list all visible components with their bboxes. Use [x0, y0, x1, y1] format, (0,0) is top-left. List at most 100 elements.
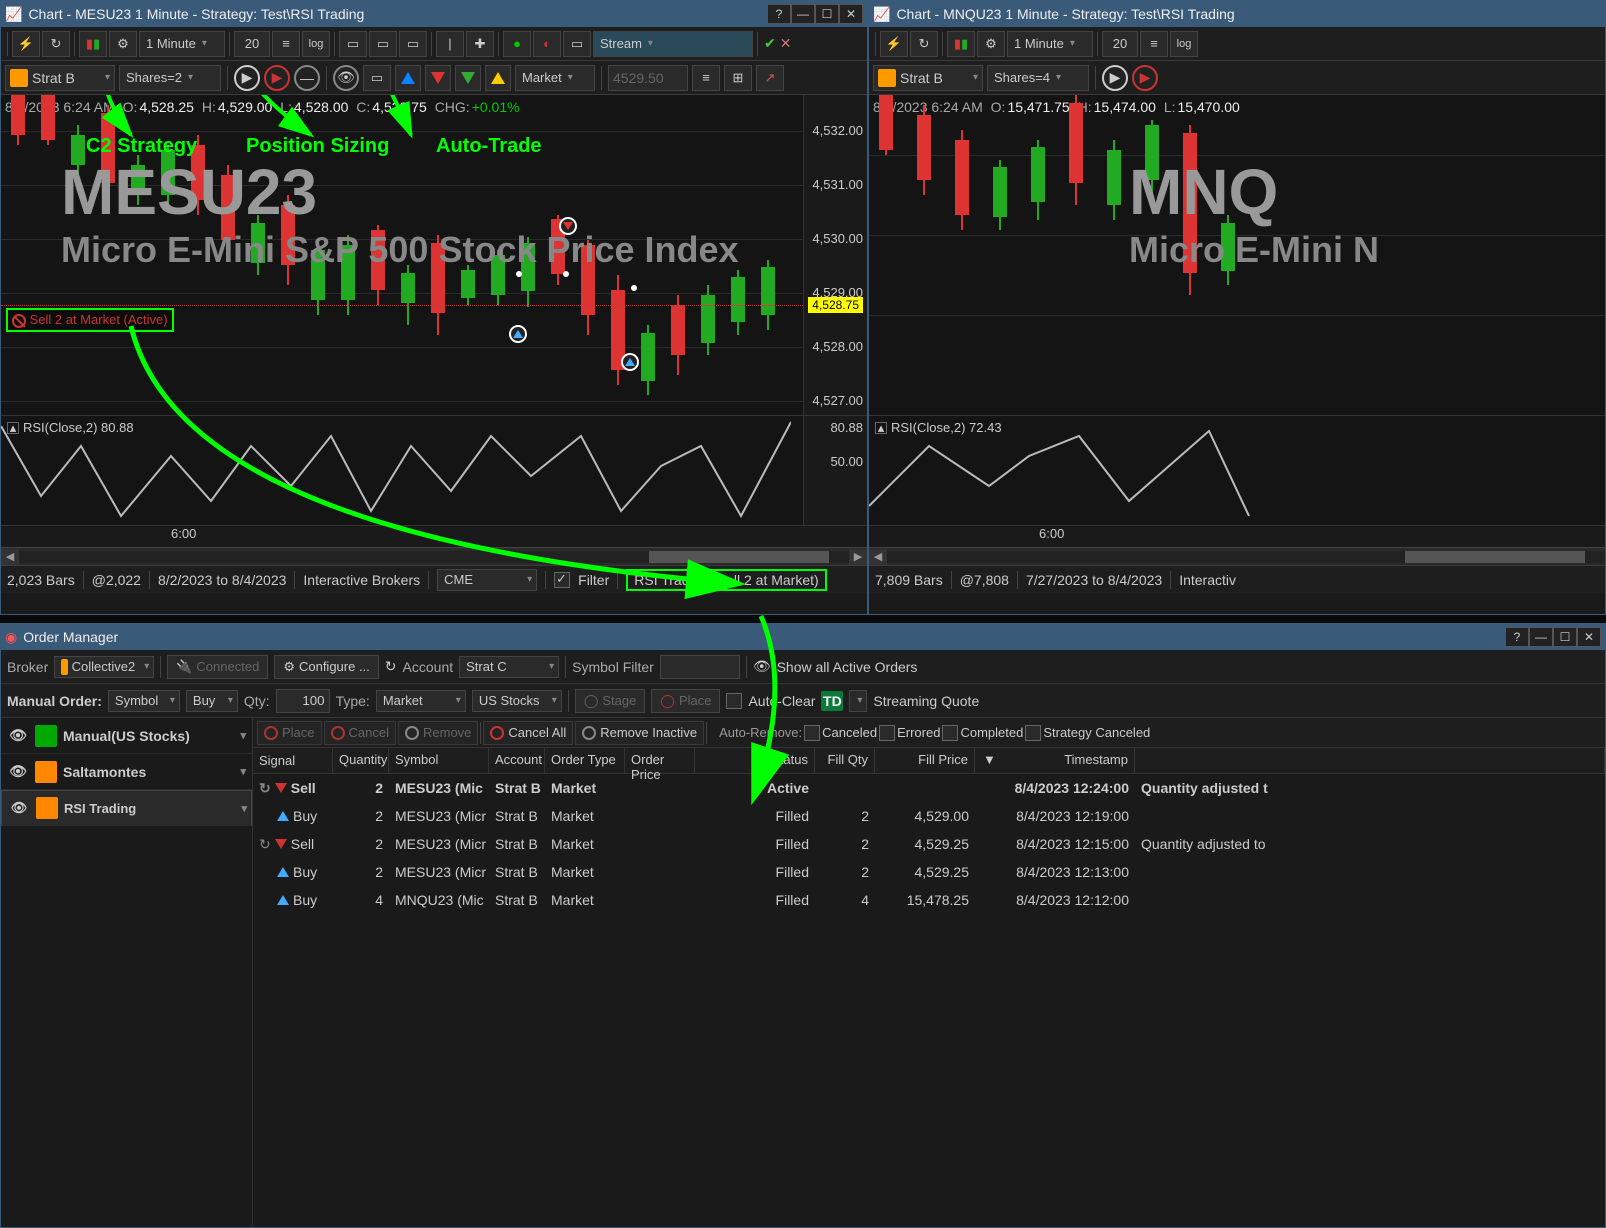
filter-checkbox[interactable]: [554, 572, 570, 588]
log-toggle[interactable]: log: [302, 31, 330, 57]
dot-red-icon[interactable]: ◐: [533, 31, 561, 57]
place-button[interactable]: Place: [257, 721, 322, 745]
bar-count-input[interactable]: [1102, 31, 1138, 57]
stage-button[interactable]: ◯ Stage: [575, 689, 646, 713]
lightning-button[interactable]: ⚡: [880, 31, 908, 57]
account-dropdown[interactable]: Strat C: [459, 656, 559, 678]
strategy-canceled-checkbox[interactable]: [1025, 725, 1041, 741]
exchange-dropdown[interactable]: CME: [437, 569, 537, 591]
refresh-button[interactable]: ↻: [42, 31, 70, 57]
help-button[interactable]: ?: [767, 4, 791, 24]
shares-dropdown[interactable]: Shares=4: [987, 65, 1089, 91]
eye-icon[interactable]: 👁: [8, 800, 30, 816]
chart-up-icon[interactable]: ↗: [756, 65, 784, 91]
help-button[interactable]: ?: [1505, 627, 1529, 647]
rsi-pane[interactable]: ▴RSI(Close,2) 72.43: [869, 415, 1605, 525]
pane-button[interactable]: ▭: [363, 65, 391, 91]
chart-canvas[interactable]: 8/4/2023 6:24 AM O:15,471.75 H:15,474.00…: [869, 95, 1605, 415]
sell-green-button[interactable]: [455, 65, 481, 91]
buy-signal-button[interactable]: [395, 65, 421, 91]
canceled-checkbox[interactable]: [804, 725, 820, 741]
hscrollbar[interactable]: ◀ ▶: [1, 547, 867, 565]
dot-green-icon[interactable]: ●: [503, 31, 531, 57]
side-dropdown[interactable]: Buy: [186, 690, 238, 712]
cursor-button[interactable]: |: [436, 31, 464, 57]
symbol-dropdown[interactable]: Symbol: [108, 690, 180, 712]
cancel-all-button[interactable]: Cancel All: [483, 721, 573, 745]
cancel-button[interactable]: Cancel: [324, 721, 396, 745]
interval-dropdown[interactable]: 1 Minute: [1007, 31, 1093, 57]
scroll-left-icon[interactable]: ◀: [869, 549, 887, 565]
class-dropdown[interactable]: US Stocks: [472, 690, 562, 712]
errored-checkbox[interactable]: [879, 725, 895, 741]
layout1-button[interactable]: ▭: [339, 31, 367, 57]
place-button-manual[interactable]: ◯ Place: [651, 689, 720, 713]
sidebar-item[interactable]: 👁 Manual(US Stocks): [1, 718, 252, 754]
broker-icon-dropdown[interactable]: [849, 690, 867, 712]
table-row[interactable]: Buy 2 MESU23 (Micr Strat B Market Filled…: [253, 802, 1605, 830]
auto-clear-checkbox[interactable]: [726, 693, 742, 709]
table-row[interactable]: ↻ Sell 2 MESU23 (Mic Strat B Market Acti…: [253, 774, 1605, 802]
close-button[interactable]: ✕: [839, 4, 863, 24]
stream-dropdown[interactable]: Stream: [593, 31, 753, 57]
table-row[interactable]: ↻ Sell 2 MESU23 (Micr Strat B Market Fil…: [253, 830, 1605, 858]
refresh-button[interactable]: ↻: [910, 31, 938, 57]
layout2-button[interactable]: ▭: [369, 31, 397, 57]
shares-dropdown[interactable]: Shares=2: [119, 65, 221, 91]
hscrollbar[interactable]: ◀: [869, 547, 1605, 565]
bars-icon[interactable]: ⊞: [724, 65, 752, 91]
broker-dropdown[interactable]: Collective2: [54, 656, 154, 678]
spinner-icon[interactable]: ≡: [272, 31, 300, 57]
minimize-button[interactable]: —: [791, 4, 815, 24]
table-row[interactable]: Buy 4 MNQU23 (Mic Strat B Market Filled …: [253, 886, 1605, 914]
lightning-button[interactable]: ⚡: [12, 31, 40, 57]
candles-button[interactable]: ▮▮: [79, 31, 107, 57]
layout3-button[interactable]: ▭: [399, 31, 427, 57]
scroll-left-icon[interactable]: ◀: [1, 549, 19, 565]
reject-icon[interactable]: ✕: [780, 35, 792, 52]
play-button[interactable]: ▶: [234, 65, 260, 91]
spinner-icon[interactable]: ≡: [1140, 31, 1168, 57]
table-row[interactable]: Buy 2 MESU23 (Micr Strat B Market Filled…: [253, 858, 1605, 886]
show-all-label[interactable]: Show all Active Orders: [777, 659, 918, 675]
symbol-filter-input[interactable]: [660, 655, 740, 679]
qty-input[interactable]: [276, 689, 330, 713]
strategy-dropdown[interactable]: Strat B: [5, 65, 115, 91]
record-button[interactable]: ▶: [264, 65, 290, 91]
minimize-button[interactable]: —: [1529, 627, 1553, 647]
eye-button[interactable]: 👁: [333, 65, 359, 91]
rsi-pane[interactable]: ▴RSI(Close,2) 80.88 80.88 50.00: [1, 415, 867, 525]
sell-order-marker[interactable]: Sell 2 at Market (Active): [6, 308, 174, 332]
sidebar-item[interactable]: 👁 RSI Trading: [1, 790, 252, 826]
interval-dropdown[interactable]: 1 Minute: [139, 31, 225, 57]
close-button[interactable]: ✕: [1577, 627, 1601, 647]
play-button[interactable]: ▶: [1102, 65, 1128, 91]
maximize-button[interactable]: ☐: [1553, 627, 1577, 647]
completed-checkbox[interactable]: [942, 725, 958, 741]
gear-button[interactable]: ⚙: [109, 31, 137, 57]
record-button[interactable]: ▶: [1132, 65, 1158, 91]
spinner2-icon[interactable]: ≡: [692, 65, 720, 91]
eye-icon[interactable]: 👁: [7, 763, 29, 780]
maximize-button[interactable]: ☐: [815, 4, 839, 24]
box-button[interactable]: ▭: [563, 31, 591, 57]
configure-button[interactable]: ⚙ Configure ...: [274, 655, 378, 679]
minus-button[interactable]: —: [294, 65, 320, 91]
type-dropdown[interactable]: Market: [376, 690, 466, 712]
price-input[interactable]: 4529.50: [608, 65, 688, 91]
remove-button[interactable]: Remove: [398, 721, 478, 745]
scroll-right-icon[interactable]: ▶: [849, 549, 867, 565]
strategy-dropdown[interactable]: Strat B: [873, 65, 983, 91]
connected-button[interactable]: 🔌 Connected: [167, 655, 268, 679]
gear-button[interactable]: ⚙: [977, 31, 1005, 57]
log-toggle[interactable]: log: [1170, 31, 1198, 57]
sell-signal-button[interactable]: [425, 65, 451, 91]
market-dropdown[interactable]: Market: [515, 65, 595, 91]
chart-canvas[interactable]: 8/4/2023 6:24 AM O:4,528.25 H:4,529.00 L…: [1, 95, 867, 415]
sidebar-item[interactable]: 👁 Saltamontes: [1, 754, 252, 790]
accept-icon[interactable]: ✔: [764, 35, 776, 52]
refresh-icon[interactable]: ↻: [385, 658, 397, 675]
buy-yellow-button[interactable]: [485, 65, 511, 91]
crosshair-button[interactable]: ✚: [466, 31, 494, 57]
eye-icon[interactable]: 👁: [7, 727, 29, 744]
